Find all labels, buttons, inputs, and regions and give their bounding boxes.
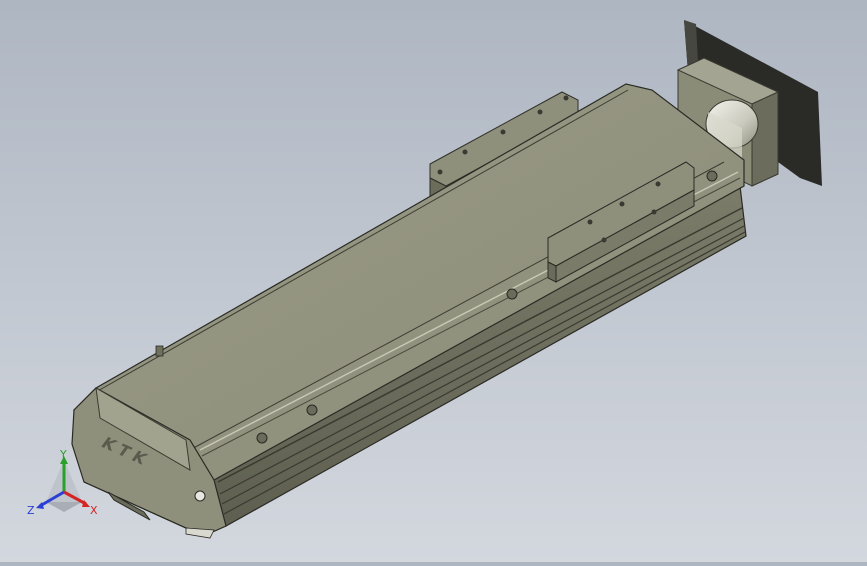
cad-viewport[interactable]: KTK [0,0,867,562]
actuator-body [71,83,747,539]
y-axis-label: Y [59,450,67,461]
orientation-triad[interactable]: Y X Z [26,450,102,520]
x-axis-label: X [90,504,98,517]
z-axis-label: Z [27,504,35,517]
cad-model-canvas[interactable]: KTK [0,0,867,562]
